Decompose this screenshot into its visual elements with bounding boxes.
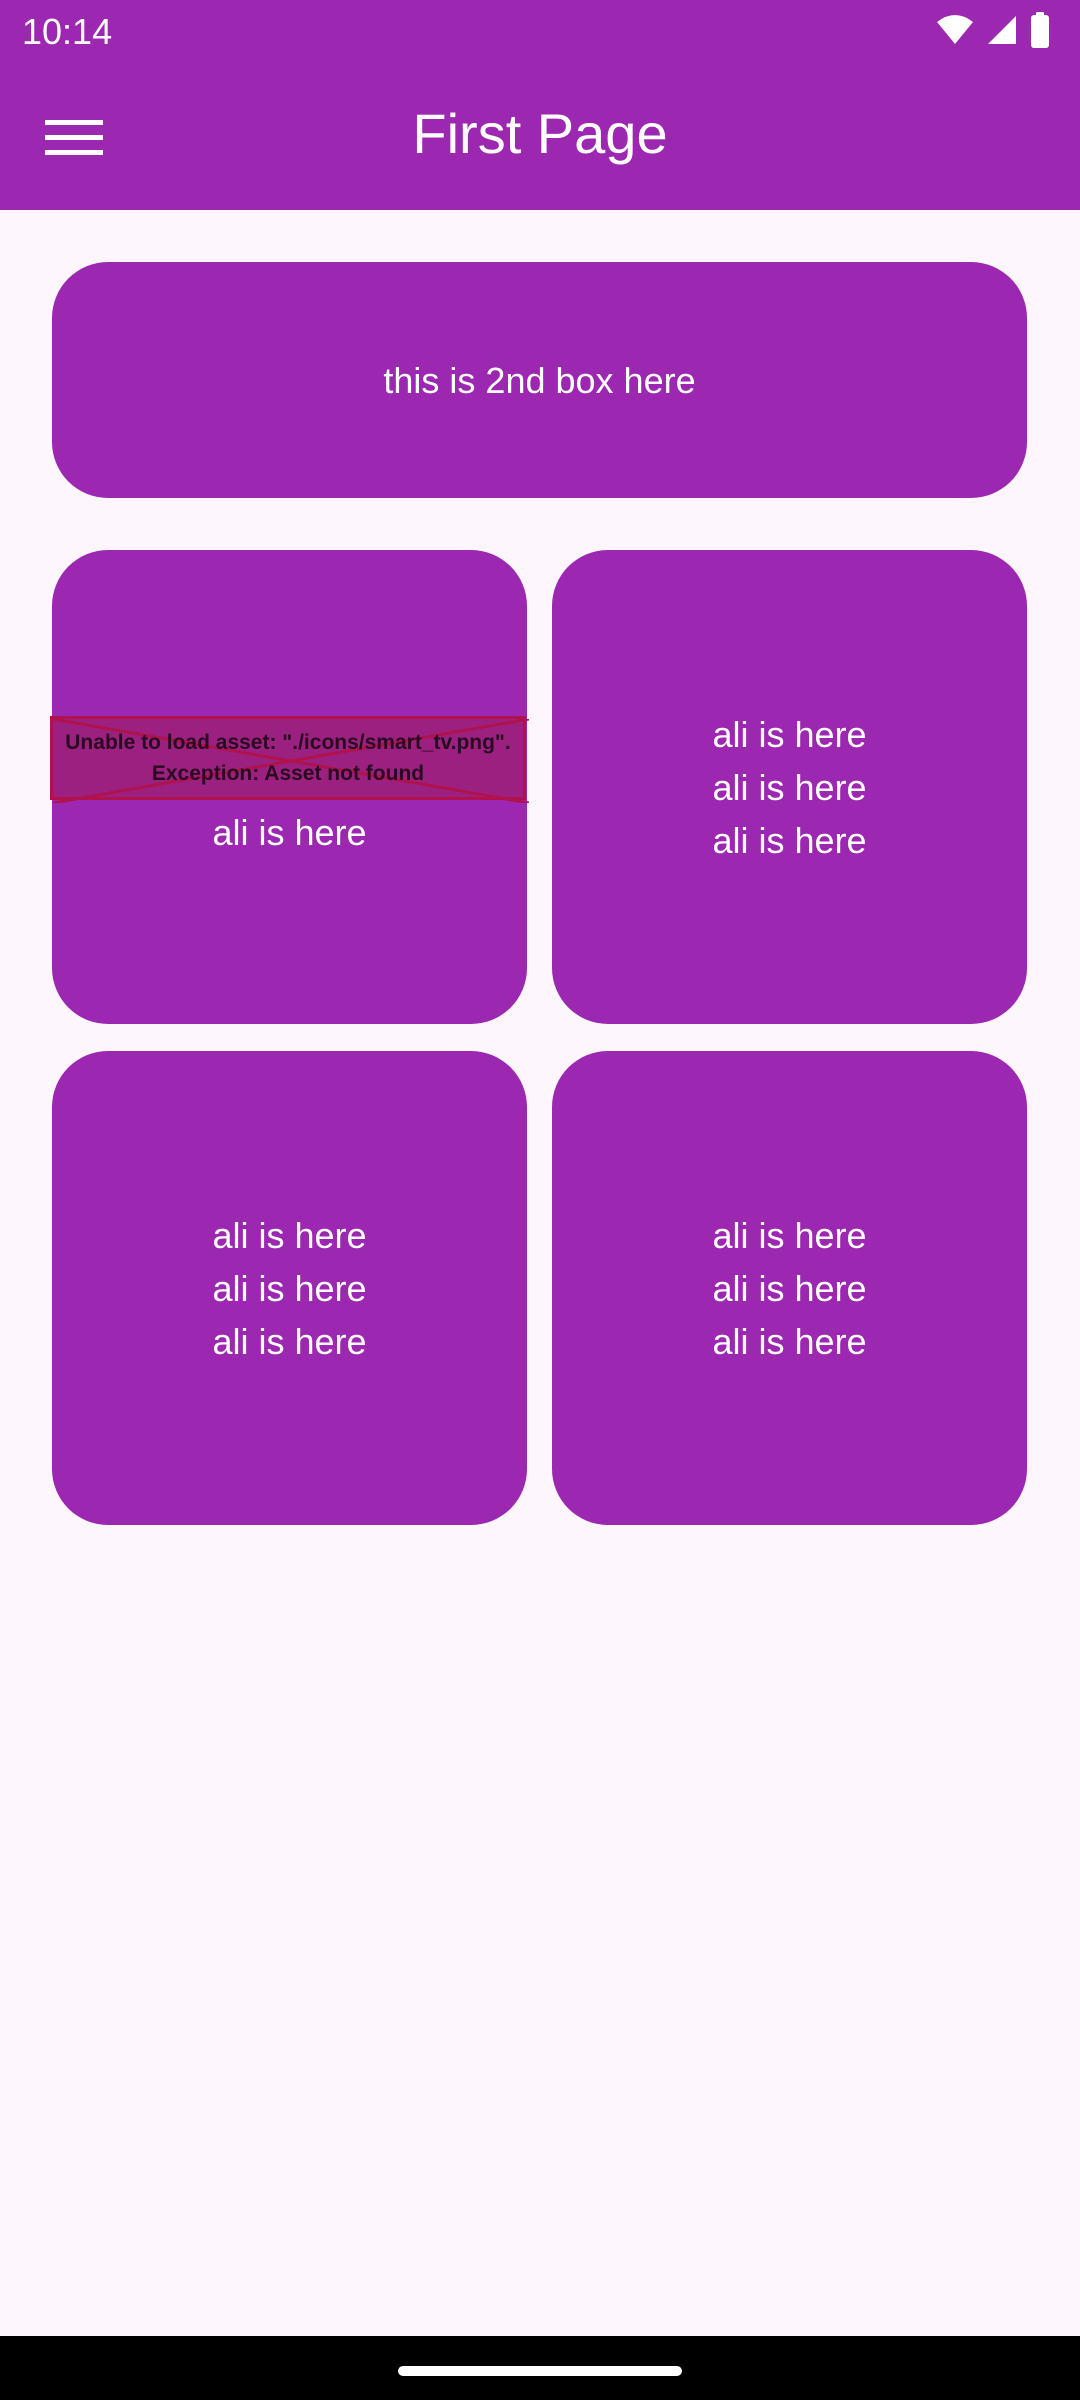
- battery-icon: [1030, 11, 1050, 53]
- grid-card-4[interactable]: ali is here ali is here ali is here: [552, 1051, 1027, 1525]
- card-text-line: ali is here: [712, 713, 867, 755]
- status-icons: [936, 11, 1050, 53]
- banner-card-text: this is 2nd box here: [383, 359, 696, 401]
- card-text-line: ali is here: [212, 1267, 367, 1309]
- card-text-line: ali is here: [212, 1214, 367, 1256]
- image-error-text: Unable to load asset: "./icons/smart_tv.…: [53, 727, 523, 789]
- image-error-line-1: Unable to load asset: "./icons/smart_tv.…: [65, 731, 511, 754]
- card-text-line: ali is here: [712, 819, 867, 861]
- banner-card[interactable]: this is 2nd box here: [52, 262, 1027, 498]
- status-time: 10:14: [22, 11, 113, 52]
- wifi-icon: [936, 14, 974, 51]
- card-text-line: ali is here: [712, 1267, 867, 1309]
- card-text-line: ali is here: [712, 1214, 867, 1256]
- home-indicator[interactable]: [398, 2366, 682, 2376]
- card-text: ali is here: [212, 812, 367, 853]
- grid-card-3[interactable]: ali is here ali is here ali is here: [52, 1051, 527, 1525]
- grid-card-1[interactable]: Unable to load asset: "./icons/smart_tv.…: [50, 550, 529, 1024]
- status-bar: 10:14: [0, 0, 1080, 64]
- page-title: First Page: [412, 102, 668, 165]
- image-error-line-2: Exception: Asset not found: [151, 762, 425, 785]
- card-text-line: ali is here: [212, 1320, 367, 1362]
- grid-card-2[interactable]: ali is here ali is here ali is here: [552, 550, 1027, 1024]
- card-text-line: ali is here: [712, 1320, 867, 1362]
- image-error-placeholder: Unable to load asset: "./icons/smart_tv.…: [50, 716, 529, 803]
- signal-icon: [986, 14, 1018, 51]
- card-text-line: ali is here: [712, 766, 867, 808]
- system-navigation-bar: [0, 2336, 1080, 2400]
- app-bar: First Page: [0, 64, 1080, 210]
